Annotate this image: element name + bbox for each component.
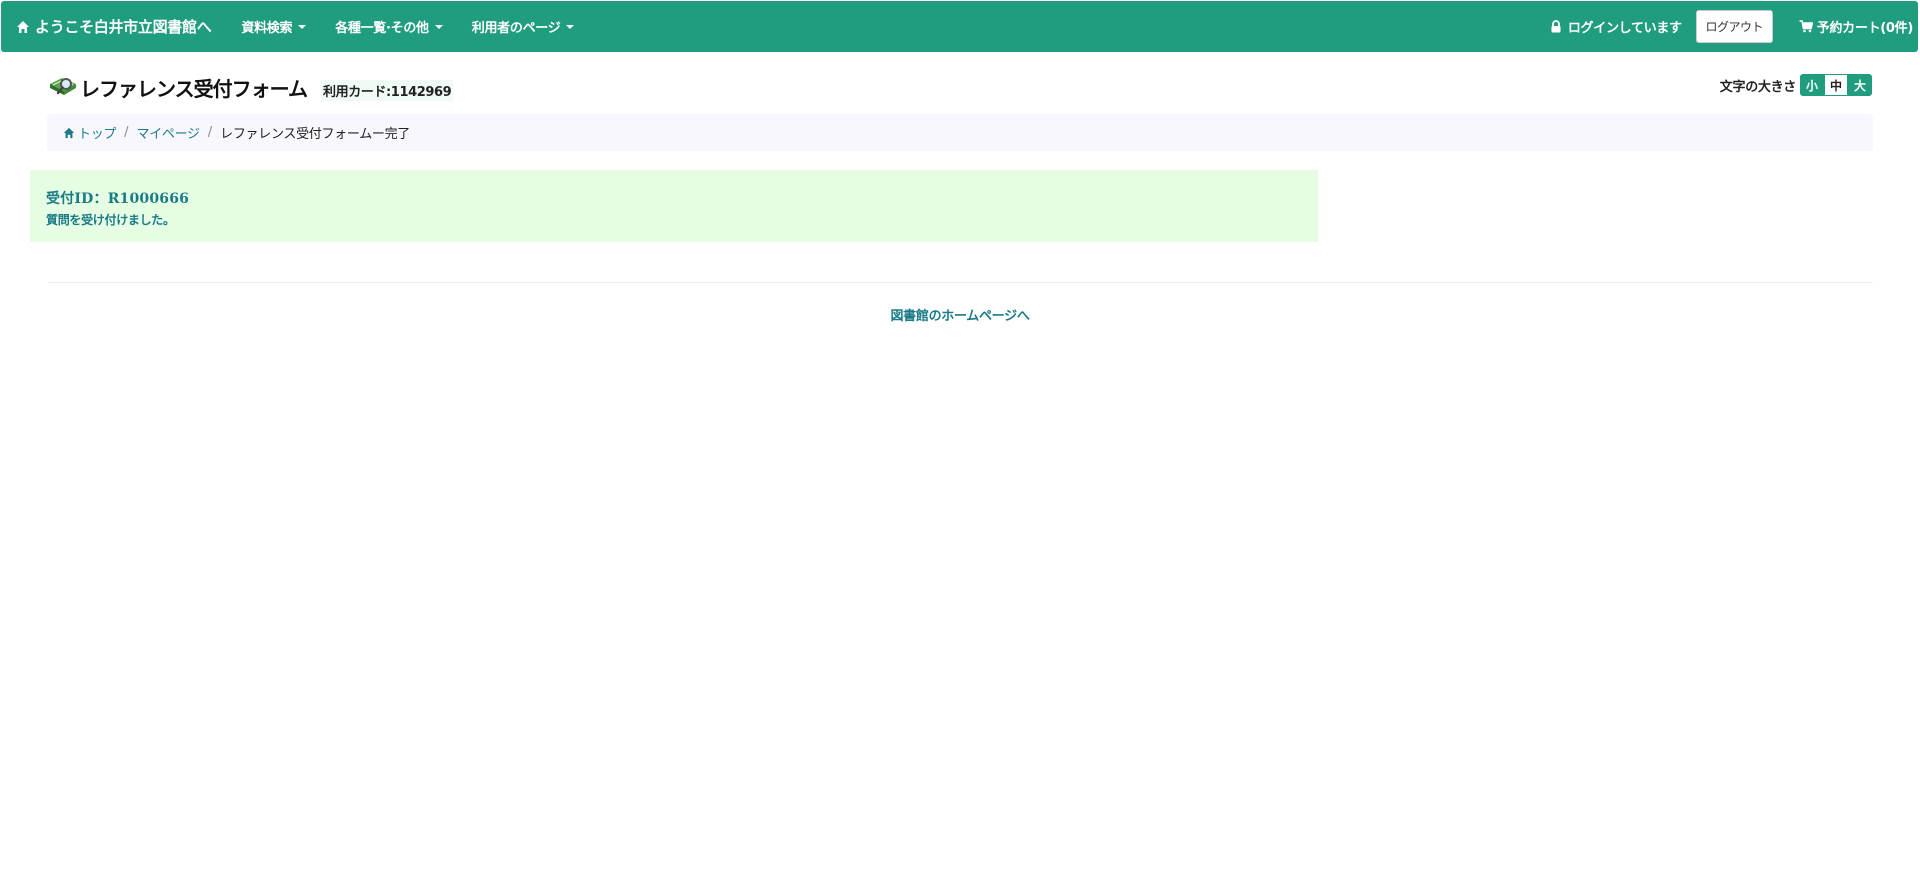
breadcrumb: トップ / マイページ / レファレンス受付フォームー完了 bbox=[47, 114, 1873, 151]
top-navbar: ようこそ白井市立図書館へ 資料検索 各種一覧·その他 利用者のページ ログインし… bbox=[1, 1, 1918, 52]
breadcrumb-current: レファレンス受付フォームー完了 bbox=[220, 127, 410, 142]
page-title-label: レファレンス受付フォーム bbox=[80, 76, 308, 101]
breadcrumb-mypage[interactable]: マイページ bbox=[137, 123, 201, 142]
font-size-small-button[interactable]: 小 bbox=[1800, 74, 1824, 96]
home-icon bbox=[16, 20, 30, 34]
caret-down-icon bbox=[434, 25, 443, 29]
cart-label: 予約カート(0件) bbox=[1816, 21, 1914, 36]
library-homepage-link: 図書館のホームページへ bbox=[0, 305, 1920, 324]
divider bbox=[48, 282, 1873, 283]
breadcrumb-home[interactable]: トップ bbox=[63, 123, 116, 142]
logout-button[interactable]: ログアウト bbox=[1695, 10, 1773, 43]
reception-id: 受付ID：R1000666 bbox=[46, 191, 190, 207]
library-card-number: 利用カード:1142969 bbox=[321, 79, 454, 101]
main-menu: 資料検索 各種一覧·その他 利用者のページ bbox=[241, 17, 603, 36]
breadcrumb-separator: / bbox=[207, 125, 213, 140]
font-size-medium-button[interactable]: 中 bbox=[1824, 74, 1848, 96]
menu-item-search[interactable]: 資料検索 bbox=[241, 17, 307, 36]
home-icon bbox=[63, 127, 75, 139]
library-homepage-link-label[interactable]: 図書館のホームページへ bbox=[890, 309, 1029, 324]
menu-item-user-page[interactable]: 利用者のページ bbox=[472, 17, 575, 36]
brand-label: ようこそ白井市立図書館へ bbox=[35, 18, 212, 36]
menu-item-lists[interactable]: 各種一覧·その他 bbox=[335, 17, 443, 36]
page-header: レファレンス受付フォーム 利用カード:1142969 bbox=[48, 72, 454, 102]
menu-item-label: 利用者のページ bbox=[471, 21, 561, 36]
menu-item-label: 資料検索 bbox=[241, 21, 293, 36]
brand-link[interactable]: ようこそ白井市立図書館へ bbox=[16, 16, 212, 37]
lock-icon bbox=[1550, 20, 1562, 33]
breadcrumb-separator: / bbox=[124, 125, 129, 140]
book-magnifier-icon bbox=[48, 72, 78, 102]
font-size-selector: 文字の大きさ 小 中 大 bbox=[1720, 74, 1872, 96]
page-title: レファレンス受付フォーム bbox=[48, 72, 308, 102]
cart-icon bbox=[1799, 20, 1813, 33]
caret-down-icon bbox=[298, 25, 307, 29]
breadcrumb-home-label: トップ bbox=[78, 127, 117, 142]
login-status: ログインしています bbox=[1550, 17, 1682, 36]
navbar-right: ログインしています ログアウト 予約カート(0件) bbox=[1550, 10, 1918, 43]
menu-item-label: 各種一覧·その他 bbox=[335, 21, 429, 36]
reservation-cart-link[interactable]: 予約カート(0件) bbox=[1799, 17, 1913, 36]
caret-down-icon bbox=[566, 25, 575, 29]
font-size-large-button[interactable]: 大 bbox=[1848, 74, 1872, 96]
success-alert: 受付ID：R1000666 質問を受け付けました。 bbox=[30, 170, 1318, 242]
login-status-label: ログインしています bbox=[1567, 21, 1682, 36]
font-size-label: 文字の大きさ bbox=[1719, 79, 1797, 95]
success-message: 質問を受け付けました。 bbox=[46, 213, 175, 227]
